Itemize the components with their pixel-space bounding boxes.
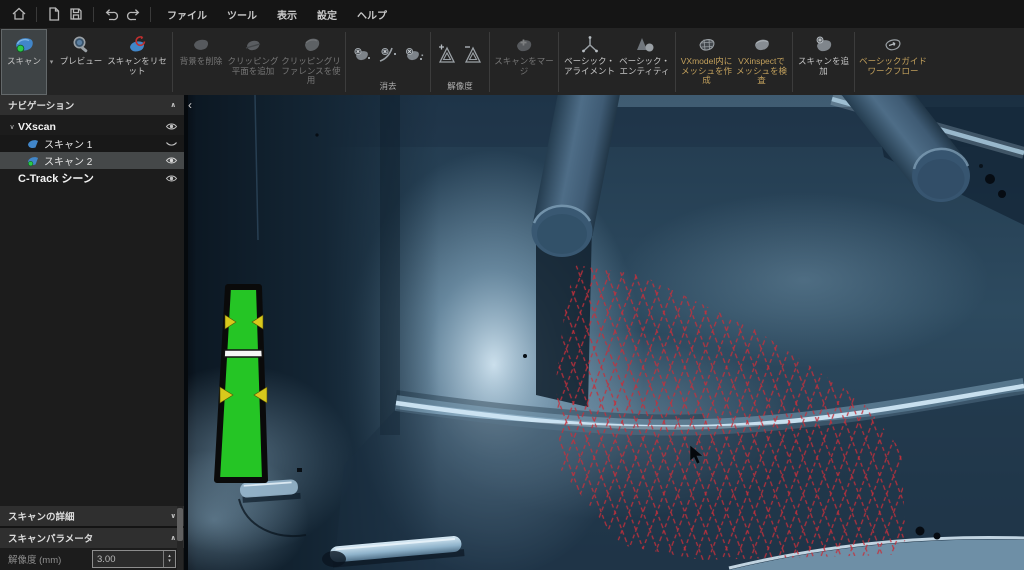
menu-view[interactable]: 表示 xyxy=(267,7,307,22)
navigation-sidebar: ナビゲーション ∧ ∨ VXscan スキャン 1 スキャン 2 C-Track… xyxy=(0,95,184,570)
scan-icon xyxy=(12,33,36,57)
resolution-label: 解像度 (mm) xyxy=(0,552,92,566)
add-scan-button[interactable]: スキャンを追加 xyxy=(796,30,851,94)
erase-patch-button[interactable] xyxy=(401,40,427,70)
reset-scan-icon xyxy=(125,33,149,57)
scan-item-active-icon xyxy=(26,155,40,167)
vxmodel-mesh-icon xyxy=(695,33,719,57)
menu-help[interactable]: ヘルプ xyxy=(347,7,397,22)
preview-magnifier-icon xyxy=(70,33,92,57)
scan-details-title: スキャンの詳細 xyxy=(8,509,75,523)
visibility-eye-icon[interactable] xyxy=(165,155,178,166)
vxinspect-mesh-icon xyxy=(750,33,774,57)
chevron-down-icon: ∨ xyxy=(170,512,176,520)
resolution-input[interactable]: 3.00 ▴ ▾ xyxy=(92,550,176,568)
divider xyxy=(36,7,37,22)
chevron-up-icon: ∧ xyxy=(170,534,176,542)
divider xyxy=(93,7,94,22)
visibility-eye-icon[interactable] xyxy=(165,121,178,132)
scan-parameters-header[interactable]: スキャンパラメータ ∧ xyxy=(0,528,184,548)
divider xyxy=(345,32,346,92)
erase-selection-button[interactable] xyxy=(349,40,375,70)
create-mesh-vxmodel-button[interactable]: VXmodel内にメッシュを作成 xyxy=(679,30,734,94)
divider xyxy=(675,32,676,92)
decrease-resolution-button[interactable] xyxy=(460,40,486,70)
basic-alignment-icon xyxy=(579,33,601,57)
basic-alignment-button[interactable]: ベーシック・アライメント xyxy=(562,30,617,94)
remove-background-icon xyxy=(190,33,212,57)
tree-item-label: スキャン 1 xyxy=(44,136,92,151)
navigation-panel-header[interactable]: ナビゲーション ∧ xyxy=(0,95,184,115)
scan-item-icon xyxy=(26,138,40,149)
divider xyxy=(489,32,490,92)
undo-icon[interactable] xyxy=(100,4,122,24)
visibility-hidden-icon[interactable] xyxy=(165,138,178,149)
scan-button[interactable]: スキャン xyxy=(2,30,46,94)
resolution-group: 解像度 xyxy=(434,29,486,95)
resolution-value: 3.00 xyxy=(93,554,163,565)
menubar: ファイル ツール 表示 設定 ヘルプ xyxy=(0,0,1024,28)
scan-dropdown-caret[interactable]: ▾ xyxy=(46,29,57,95)
basic-guided-workflow-button[interactable]: ベーシックガイドワークフロー xyxy=(858,30,928,94)
erase-group: 消去 xyxy=(349,29,427,95)
save-icon[interactable] xyxy=(65,4,87,24)
add-scan-icon xyxy=(812,33,836,57)
use-clipping-reference-icon xyxy=(299,33,323,57)
tree-item-ctrack-scene[interactable]: C-Track シーン xyxy=(0,169,184,187)
menu-file[interactable]: ファイル xyxy=(157,7,217,22)
new-document-icon[interactable] xyxy=(43,4,65,24)
navigation-title: ナビゲーション xyxy=(8,98,74,112)
inspect-mesh-vxinspect-button[interactable]: VXinspectでメッシュを検査 xyxy=(734,30,789,94)
remove-background-button[interactable]: 背景を削除 xyxy=(176,30,226,94)
tree-item-scan-1[interactable]: スキャン 1 xyxy=(0,135,184,152)
basic-entity-icon xyxy=(633,33,657,57)
preview-button[interactable]: プレビュー xyxy=(57,30,105,94)
scan-parameters-title: スキャンパラメータ xyxy=(8,531,93,545)
tree-item-label: VXscan xyxy=(18,121,56,133)
expander-icon[interactable]: ∨ xyxy=(6,123,18,131)
toolbar-ribbon: スキャン ▾ プレビュー スキャンをリセット 背景を xyxy=(0,28,1024,96)
spinner-down-icon[interactable]: ▾ xyxy=(168,559,171,564)
chevron-up-icon: ∧ xyxy=(170,101,176,109)
vxelements-window: { "colors": { "accent_amber": "#c2a05c",… xyxy=(0,0,1024,570)
merge-scans-button[interactable]: スキャンをマージ xyxy=(493,30,555,94)
divider xyxy=(792,32,793,92)
erase-spline-button[interactable] xyxy=(375,40,401,70)
divider xyxy=(430,32,431,92)
home-icon[interactable] xyxy=(8,4,30,24)
use-clipping-reference-button[interactable]: クリッピングリファレンスを使用 xyxy=(280,30,342,94)
resolution-row: 解像度 (mm) 3.00 ▴ ▾ xyxy=(0,550,184,568)
merge-scans-icon xyxy=(512,33,536,57)
scan-distance-meter xyxy=(217,287,267,480)
menu-settings[interactable]: 設定 xyxy=(307,7,347,22)
resolution-group-label: 解像度 xyxy=(434,80,486,95)
3d-scan-view[interactable] xyxy=(184,95,1024,570)
basic-entity-button[interactable]: ベーシック・エンティティ xyxy=(617,30,672,94)
tree-item-label: スキャン 2 xyxy=(44,153,92,168)
tree-item-scan-2[interactable]: スキャン 2 xyxy=(0,152,184,169)
divider xyxy=(558,32,559,92)
divider xyxy=(854,32,855,92)
reset-scan-button[interactable]: スキャンをリセット xyxy=(105,30,169,94)
add-clipping-plane-button[interactable]: クリッピング平面を追加 xyxy=(226,30,280,94)
guided-workflow-icon xyxy=(881,33,905,57)
divider xyxy=(172,32,173,92)
add-clipping-plane-icon xyxy=(242,33,264,57)
tree-item-label: C-Track シーン xyxy=(18,170,94,186)
menu-tools[interactable]: ツール xyxy=(217,7,267,22)
sidebar-bottom-panels: スキャンの詳細 ∨ スキャンパラメータ ∧ 解像度 (mm) 3.00 ▴ ▾ … xyxy=(0,506,184,570)
increase-resolution-button[interactable] xyxy=(434,40,460,70)
scan-details-header[interactable]: スキャンの詳細 ∨ xyxy=(0,506,184,526)
redo-icon[interactable] xyxy=(122,4,144,24)
tree-item-vxscan[interactable]: ∨ VXscan xyxy=(0,118,184,135)
divider xyxy=(150,7,151,22)
erase-group-label: 消去 xyxy=(349,80,427,95)
resolution-stepper[interactable]: ▴ ▾ xyxy=(163,551,175,567)
sidebar-scrollbar[interactable] xyxy=(177,506,183,570)
scrollbar-thumb[interactable] xyxy=(177,508,183,541)
3d-viewport[interactable]: ‹ xyxy=(184,95,1024,570)
collapse-sidebar-icon[interactable]: ‹ xyxy=(188,99,192,111)
visibility-eye-icon[interactable] xyxy=(165,173,178,184)
